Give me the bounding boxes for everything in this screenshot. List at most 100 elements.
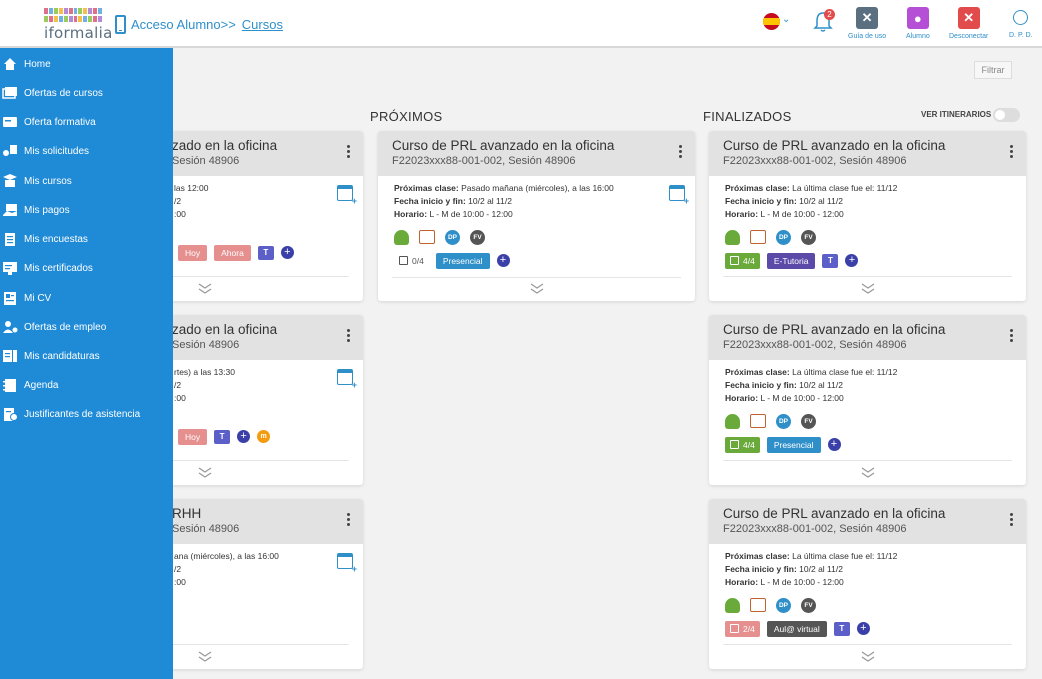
breadcrumb-current[interactable]: Cursos	[242, 17, 283, 32]
add-icon[interactable]: +	[496, 254, 510, 267]
dp-avatar[interactable]: DP	[776, 229, 791, 245]
expand-chevron-icon[interactable]	[861, 651, 875, 663]
teams-icon[interactable]: T	[257, 245, 274, 260]
more-options-icon[interactable]	[347, 513, 350, 528]
map-location-icon[interactable]	[419, 230, 435, 244]
more-options-icon[interactable]	[347, 329, 350, 344]
more-options-icon[interactable]	[347, 145, 350, 160]
itinerarios-toggle[interactable]	[993, 108, 1020, 122]
card-header: Curso de PRL avanzado en la oficina F220…	[709, 499, 1026, 544]
sidebar-item-home[interactable]: Home	[0, 54, 173, 74]
tutor-icon[interactable]	[394, 229, 409, 245]
next-class-line: Próximas clase: La última clase fue el: …	[725, 550, 1010, 563]
user-label: D. P. D.	[1009, 32, 1033, 39]
teams-icon[interactable]: T	[833, 621, 850, 636]
schedule-line: Horario: L - M de 10:00 - 12:00	[725, 208, 1010, 221]
course-card[interactable]: Curso de PRL avanzado en la oficina F220…	[709, 315, 1026, 485]
sidebar-item-oferta-formativa[interactable]: Oferta formativa	[0, 112, 173, 132]
sidebar-item-label: Mis pagos	[24, 204, 70, 216]
sidebar-item-certificados[interactable]: Mis certificados	[0, 258, 173, 278]
sidebar-item-ofertas-cursos[interactable]: Ofertas de cursos	[0, 83, 173, 103]
fv-avatar[interactable]: FV	[470, 229, 485, 245]
more-options-icon[interactable]	[1010, 145, 1013, 160]
sidebar-item-agenda[interactable]: Agenda	[0, 375, 173, 395]
tutor-icon[interactable]	[725, 413, 740, 429]
course-card[interactable]: Curso de PRL avanzado en la oficina F220…	[709, 131, 1026, 301]
tutor-icon[interactable]	[725, 597, 740, 613]
expand-chevron-icon[interactable]	[198, 467, 212, 479]
dates-line: Fecha inicio y fin: 10/2 al 11/2	[725, 563, 1010, 576]
sidebar-item-label: Justificantes de asistencia	[24, 408, 141, 420]
attendance-proof-icon	[2, 407, 18, 421]
calendar-add-icon[interactable]	[337, 553, 357, 574]
more-options-icon[interactable]	[1010, 329, 1013, 344]
map-location-icon[interactable]	[750, 414, 766, 428]
calendar-add-icon[interactable]	[337, 369, 357, 390]
add-icon[interactable]: +	[827, 438, 841, 451]
course-card[interactable]: Curso de PRL avanzado en la oficina F220…	[709, 499, 1026, 669]
modality-tag: Presencial	[766, 436, 821, 453]
dp-avatar[interactable]: DP	[445, 229, 460, 245]
add-icon[interactable]: +	[237, 430, 251, 443]
dp-avatar[interactable]: DP	[776, 413, 791, 429]
sidebar-item-candidaturas[interactable]: Mis candidaturas	[0, 346, 173, 366]
checkbox-icon	[399, 256, 408, 265]
chevron-down-icon[interactable]: ⌄	[782, 14, 790, 25]
add-icon[interactable]: +	[280, 246, 294, 259]
sidebar-item-label: Home	[24, 58, 51, 70]
expand-chevron-icon[interactable]	[861, 283, 875, 295]
dates-line: Fecha inicio y fin: 10/2 al 11/2	[725, 379, 1010, 392]
sidebar-item-ofertas-empleo[interactable]: Ofertas de empleo	[0, 317, 173, 337]
progress-value: 0/4	[412, 255, 424, 266]
sidebar-item-justificantes[interactable]: Justificantes de asistencia	[0, 404, 173, 424]
sidebar-item-cv[interactable]: Mi CV	[0, 288, 173, 308]
guia-uso-button[interactable]: ✕ Guía de uso	[848, 7, 886, 40]
calendar-add-icon[interactable]	[669, 185, 689, 206]
more-options-icon[interactable]	[679, 145, 682, 160]
fv-avatar[interactable]: FV	[801, 597, 816, 613]
expand-chevron-icon[interactable]	[861, 467, 875, 479]
modality-tag: Presencial	[435, 252, 490, 269]
column-title-proximos: PRÓXIMOS	[370, 109, 443, 124]
sidebar-item-cursos[interactable]: Mis cursos	[0, 171, 173, 191]
course-card[interactable]: Curso de PRL avanzado en la oficina F220…	[378, 131, 695, 301]
dp-avatar[interactable]: DP	[776, 597, 791, 613]
job-offer-icon	[2, 320, 18, 334]
more-options-icon[interactable]	[1010, 513, 1013, 528]
spain-flag-icon[interactable]	[763, 13, 780, 30]
next-class-value: La última clase fue el: 11/12	[792, 367, 898, 377]
breadcrumb-parent[interactable]: Acceso Alumno>>	[131, 17, 236, 32]
add-icon[interactable]: +	[845, 254, 859, 267]
map-location-icon[interactable]	[750, 598, 766, 612]
fv-avatar[interactable]: FV	[801, 413, 816, 429]
map-location-icon[interactable]	[750, 230, 766, 244]
moodle-icon[interactable]: m	[257, 430, 271, 443]
application-icon	[2, 349, 18, 363]
student-icon: ●	[906, 7, 929, 29]
expand-chevron-icon[interactable]	[198, 651, 212, 663]
card-status-row: 4/4 Presencial +	[725, 436, 1010, 453]
desconectar-button[interactable]: ✕ Desconectar	[949, 7, 988, 40]
user-menu-button[interactable]: D. P. D.	[1009, 7, 1033, 39]
sidebar-item-encuestas[interactable]: Mis encuestas	[0, 229, 173, 249]
sidebar-item-pagos[interactable]: Mis pagos	[0, 200, 173, 220]
teams-icon[interactable]: T	[214, 429, 231, 444]
schedule-key: Horario:	[725, 393, 759, 403]
alumno-button[interactable]: ● Alumno	[906, 7, 930, 40]
sidebar-item-solicitudes[interactable]: Mis solicitudes	[0, 141, 173, 161]
filter-button[interactable]: Filtrar	[974, 61, 1012, 79]
card-icons-row: DP FV	[725, 597, 1010, 613]
iformalia-logo[interactable]: iformalia	[44, 8, 112, 42]
certificate-icon	[2, 261, 18, 275]
expand-chevron-icon[interactable]	[530, 283, 544, 295]
calendar-add-icon[interactable]	[337, 185, 357, 206]
progress-badge: 2/4	[725, 620, 760, 637]
fv-avatar[interactable]: FV	[801, 229, 816, 245]
teams-icon[interactable]: T	[822, 253, 839, 268]
add-icon[interactable]: +	[856, 622, 870, 635]
guia-uso-label: Guía de uso	[848, 33, 887, 40]
expand-chevron-icon[interactable]	[198, 283, 212, 295]
progress-badge: 0/4	[394, 253, 429, 269]
tutor-icon[interactable]	[725, 229, 740, 245]
progress-value: 4/4	[743, 255, 755, 266]
